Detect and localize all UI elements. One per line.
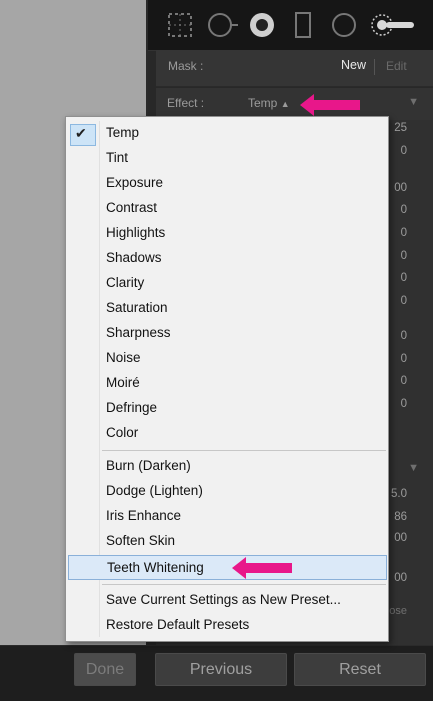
slider-value[interactable]: 0 [401,330,407,342]
menu-item-dodge[interactable]: Dodge (Lighten) [67,480,387,502]
spot-removal-icon[interactable] [206,11,240,39]
menu-item-label: Saturation [106,300,168,315]
radial-filter-icon[interactable] [330,11,358,39]
menu-item-label: Temp [106,125,140,140]
effect-label: Effect : [167,96,205,110]
mask-separator [374,59,375,75]
menu-item-label: Shadows [106,250,162,265]
menu-item-label: Highlights [106,225,166,240]
menu-item-save-preset[interactable]: Save Current Settings as New Preset... [67,589,387,611]
menu-item-label: Exposure [106,175,164,190]
menu-item-label: Color [106,425,139,440]
up-down-arrows-icon: ▲︎ [280,99,290,109]
menu-item-label: Clarity [106,275,145,290]
menu-item-color[interactable]: Color [67,422,387,444]
tool-strip [148,0,433,51]
menu-item-noise[interactable]: Noise [67,347,387,369]
slider-value[interactable]: 25 [394,122,407,134]
menu-item-label: Noise [106,350,141,365]
menu-item-clarity[interactable]: Clarity [67,272,387,294]
effect-dropdown-menu: ✔ Temp Tint Exposure Contrast Highlights… [65,116,389,642]
slider-value[interactable]: 0 [401,295,407,307]
menu-item-shadows[interactable]: Shadows [67,247,387,269]
slider-value[interactable]: 5.0 [391,488,407,500]
menu-item-label: Tint [106,150,129,165]
menu-item-label: Restore Default Presets [106,617,250,632]
mask-new-button[interactable]: New [341,58,366,72]
menu-item-label: Burn (Darken) [106,458,191,473]
menu-item-label: Iris Enhance [106,508,182,523]
checkmark-icon: ✔ [75,125,87,141]
graduated-filter-icon[interactable] [294,11,312,39]
menu-item-temp[interactable]: ✔ Temp [67,122,387,146]
menu-item-label: Contrast [106,200,158,215]
menu-item-tint[interactable]: Tint [67,147,387,169]
slider-value[interactable]: 0 [401,398,407,410]
menu-item-saturation[interactable]: Saturation [67,297,387,319]
slider-value[interactable]: 0 [401,353,407,365]
slider-value[interactable]: 0 [401,250,407,262]
menu-item-exposure[interactable]: Exposure [67,172,387,194]
menu-item-teeth-whitening[interactable]: Teeth Whitening [68,555,387,580]
mask-edit-button[interactable]: Edit [386,59,407,73]
menu-item-iris-enhance[interactable]: Iris Enhance [67,505,387,527]
collapse-triangle-icon[interactable]: ▼ [408,96,419,108]
slider-value[interactable]: 0 [401,204,407,216]
menu-separator [102,584,386,585]
menu-item-label: Defringe [106,400,158,415]
menu-separator [102,450,386,451]
menu-item-sharpness[interactable]: Sharpness [67,322,387,344]
slider-value[interactable]: 0 [401,272,407,284]
crop-overlay-icon[interactable] [166,11,194,39]
menu-item-highlights[interactable]: Highlights [67,222,387,244]
previous-button[interactable]: Previous [155,653,287,686]
menu-item-label: Sharpness [106,325,171,340]
effect-dropdown-value: Temp [248,96,278,110]
collapse-triangle-icon[interactable]: ▼ [408,462,419,474]
slider-value[interactable]: 0 [401,227,407,239]
close-button[interactable]: ose [389,605,407,617]
effect-dropdown[interactable]: Temp ▲︎ [248,96,290,110]
annotation-arrow-icon [300,94,360,116]
menu-item-defringe[interactable]: Defringe [67,397,387,419]
reset-button[interactable]: Reset [294,653,426,686]
menu-item-contrast[interactable]: Contrast [67,197,387,219]
adjustment-brush-icon[interactable] [370,11,418,39]
slider-value[interactable]: 00 [394,532,407,544]
mask-label: Mask : [168,59,204,73]
slider-value[interactable]: 00 [394,182,407,194]
annotation-arrow-icon [232,557,292,579]
menu-item-moire[interactable]: Moiré [67,372,387,394]
red-eye-icon[interactable] [248,11,276,39]
slider-value[interactable]: 0 [401,145,407,157]
menu-item-burn[interactable]: Burn (Darken) [67,455,387,477]
slider-value[interactable]: 86 [394,511,407,523]
menu-item-soften-skin[interactable]: Soften Skin [67,530,387,552]
slider-value[interactable]: 00 [394,572,407,584]
menu-item-label: Soften Skin [106,533,176,548]
slider-value[interactable]: 0 [401,375,407,387]
menu-item-label: Moiré [106,375,140,390]
menu-item-restore-presets[interactable]: Restore Default Presets [67,614,387,636]
menu-item-label: Dodge (Lighten) [106,483,203,498]
mask-row: Mask : New Edit [156,50,433,87]
done-button[interactable]: Done [74,653,136,686]
menu-item-label: Save Current Settings as New Preset... [106,592,341,607]
menu-item-label: Teeth Whitening [107,560,204,575]
